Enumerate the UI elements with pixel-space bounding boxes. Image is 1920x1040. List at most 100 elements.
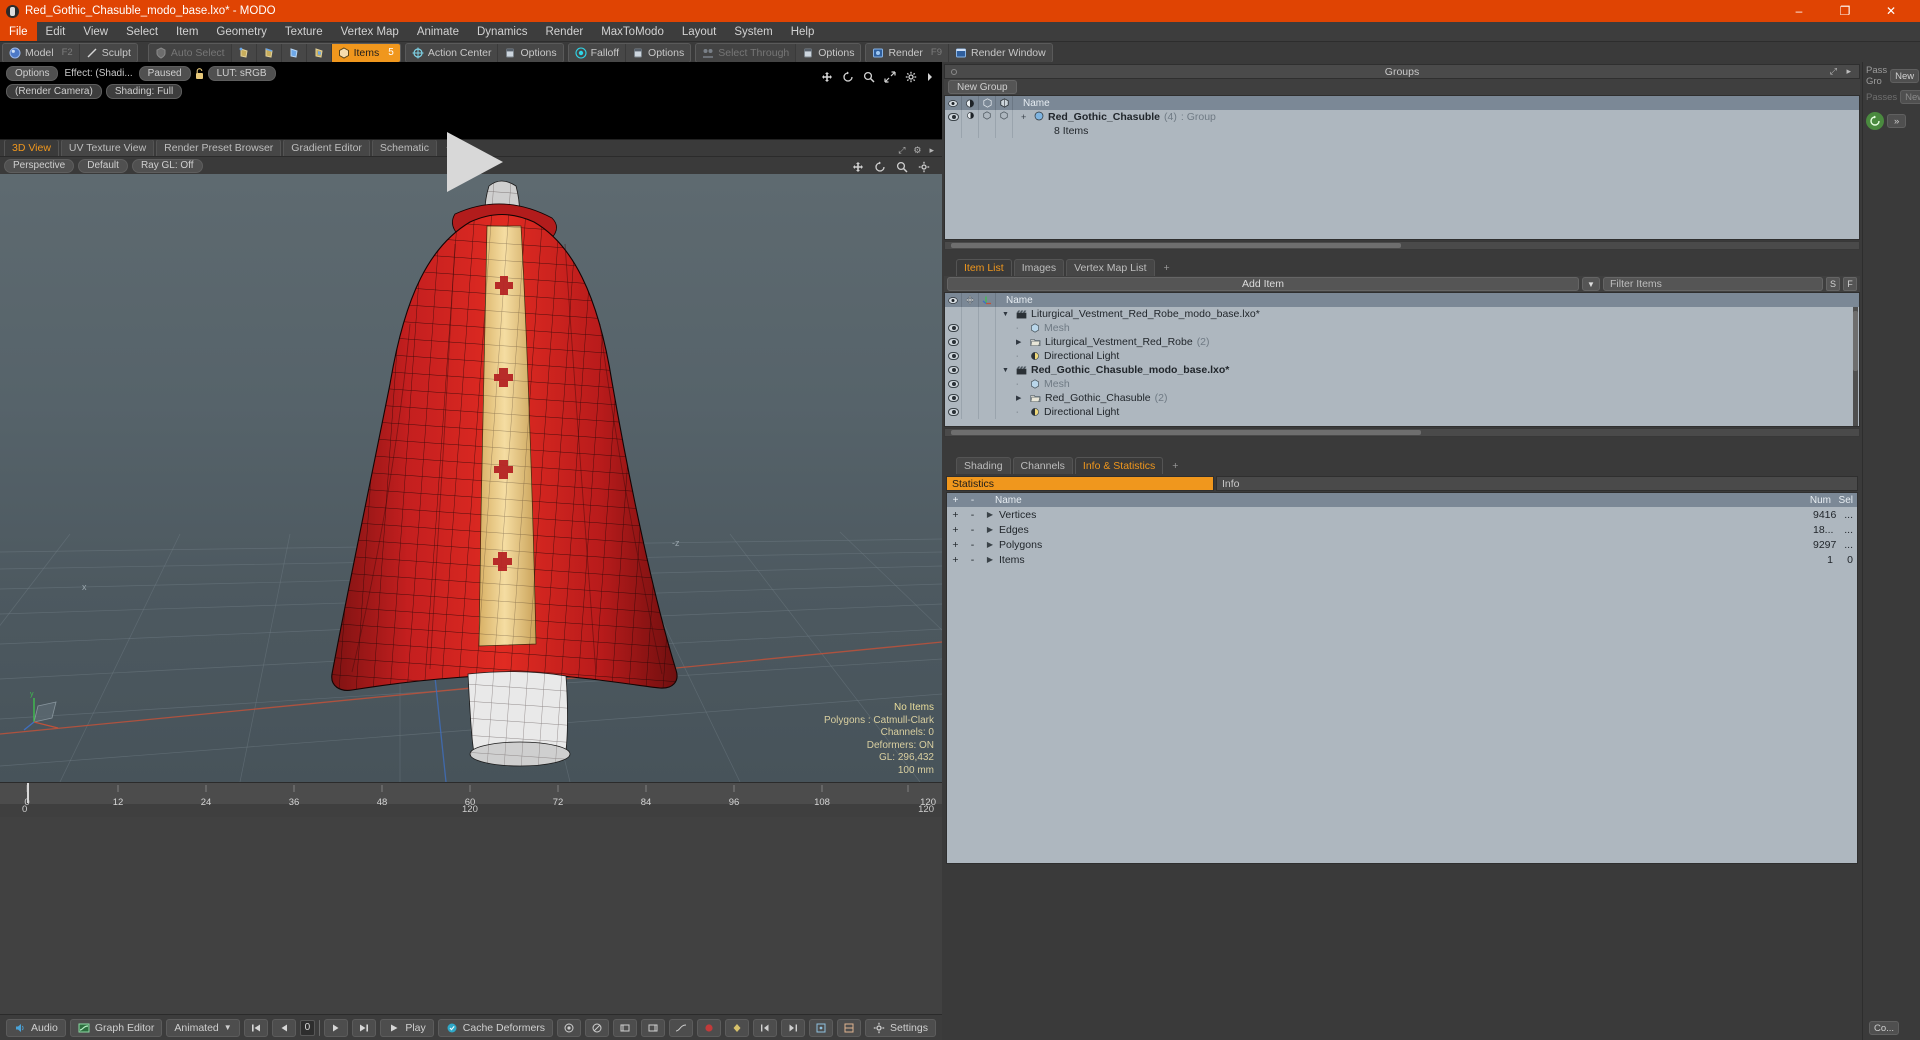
record-button[interactable] — [697, 1018, 722, 1037]
menu-item-vertex-map[interactable]: Vertex Map — [332, 22, 408, 41]
item-list-row[interactable]: ▶ Liturgical_Vestment_Red_Robe (2) — [945, 335, 1859, 349]
stat-add-button[interactable]: + — [947, 524, 964, 536]
step-forward-button[interactable] — [324, 1018, 349, 1037]
viewport-3d[interactable]: -z x y No Items Polygons : Catmull-Clark C… — [0, 174, 942, 782]
filter-s-button[interactable]: S — [1826, 277, 1840, 291]
item-list-row[interactable]: ▶ Red_Gothic_Chasuble (2) — [945, 391, 1859, 405]
curve-button[interactable] — [669, 1018, 694, 1037]
menu-item-texture[interactable]: Texture — [276, 22, 332, 41]
stat-remove-button[interactable]: - — [964, 554, 981, 566]
move-icon[interactable] — [852, 160, 864, 172]
key-prev-button[interactable] — [753, 1018, 778, 1037]
group-col-toggle[interactable] — [979, 124, 996, 138]
preview-lut-button[interactable]: LUT: sRGB — [207, 66, 276, 81]
item-col-toggle[interactable] — [962, 321, 979, 335]
maximize-button[interactable]: ❐ — [1822, 0, 1868, 22]
preview-shading-button[interactable]: Shading: Full — [105, 84, 183, 99]
frame-slider-handle[interactable] — [319, 1019, 321, 1036]
group-col-toggle[interactable] — [962, 110, 979, 124]
action-center-options-button[interactable]: Options — [498, 43, 563, 62]
item-col-toggle[interactable] — [962, 363, 979, 377]
stat-add-button[interactable]: + — [947, 539, 964, 551]
minimize-button[interactable]: – — [1776, 0, 1822, 22]
item-col-toggle[interactable] — [979, 349, 996, 363]
play-button[interactable]: Play — [380, 1018, 434, 1037]
move-icon[interactable] — [821, 70, 833, 82]
stat-remove-button[interactable]: - — [964, 539, 981, 551]
statistics-row[interactable]: + - ▶ Edges 18...... — [947, 522, 1857, 537]
edge-select-button[interactable] — [256, 43, 282, 62]
preview-paused-button[interactable]: Paused — [138, 66, 191, 81]
gear-icon[interactable]: ⚙ — [913, 145, 921, 156]
circle-slash-button[interactable] — [585, 1018, 610, 1037]
item-list-tree[interactable]: Name ▼ Liturgical_Vestment_Red_Robe_modo_… — [944, 292, 1860, 427]
menu-item-view[interactable]: View — [74, 22, 117, 41]
tab-vertex-map-list[interactable]: Vertex Map List — [1066, 259, 1155, 276]
statistics-row[interactable]: + - ▶ Polygons 9297... — [947, 537, 1857, 552]
group-col-toggle[interactable] — [945, 124, 962, 138]
menu-item-edit[interactable]: Edit — [37, 22, 75, 41]
expand-icon[interactable]: ⤢ — [1830, 66, 1837, 77]
zoom-icon[interactable] — [896, 160, 908, 173]
menu-item-item[interactable]: Item — [167, 22, 207, 41]
visibility-toggle[interactable] — [945, 363, 962, 377]
groups-tree[interactable]: Name + Red_Gothic_Chasuble (4): Group 8 Ite… — [944, 95, 1860, 240]
menu-item-maxtomodo[interactable]: MaxToModo — [592, 22, 673, 41]
render-button[interactable]: Render F9 — [866, 43, 949, 62]
item-col-toggle[interactable] — [979, 391, 996, 405]
menu-item-render[interactable]: Render — [536, 22, 592, 41]
auto-select-button[interactable]: Auto Select — [148, 43, 232, 62]
stat-remove-button[interactable]: - — [964, 524, 981, 536]
item-list-row[interactable]: · Mesh — [945, 377, 1859, 391]
gear-icon[interactable] — [905, 70, 917, 83]
group-col-toggle[interactable] — [996, 110, 1013, 124]
animated-dropdown[interactable]: Animated ▼ — [166, 1018, 240, 1037]
menu-item-dynamics[interactable]: Dynamics — [468, 22, 536, 41]
statistics-tab[interactable]: Statistics — [946, 476, 1214, 491]
item-list-row[interactable]: · Directional Light — [945, 405, 1859, 419]
item-col-toggle[interactable] — [962, 307, 979, 321]
item-col-toggle[interactable] — [979, 377, 996, 391]
tab--[interactable]: + — [1165, 458, 1185, 474]
new-group-button[interactable]: New Group — [948, 80, 1017, 94]
range-end-button[interactable] — [641, 1018, 666, 1037]
tab-channels[interactable]: Channels — [1012, 457, 1073, 474]
menu-item-animate[interactable]: Animate — [408, 22, 468, 41]
stat-remove-button[interactable]: - — [964, 509, 981, 521]
group-col-toggle[interactable] — [962, 124, 979, 138]
graph-editor-button[interactable]: Graph Editor — [69, 1018, 163, 1037]
menu-item-help[interactable]: Help — [782, 22, 824, 41]
item-col-toggle[interactable] — [979, 405, 996, 419]
filter-items-input[interactable]: Filter Items — [1603, 277, 1823, 291]
skip-end-button[interactable] — [352, 1018, 377, 1037]
tab-shading[interactable]: Shading — [956, 457, 1011, 474]
caret-right-icon[interactable]: ▸ — [1846, 66, 1851, 77]
tab-schematic[interactable]: Schematic — [371, 139, 437, 156]
stat-expand-icon[interactable]: ▶ — [981, 555, 999, 564]
key-set-button[interactable] — [725, 1018, 750, 1037]
lock-icon[interactable] — [195, 67, 204, 80]
axis-gizmo[interactable]: y — [22, 688, 68, 734]
render-window-button[interactable]: Render Window — [949, 43, 1052, 62]
settings-button[interactable]: Settings — [865, 1018, 936, 1037]
visibility-toggle[interactable] — [945, 391, 962, 405]
cache-deformers-button[interactable]: Cache Deformers — [437, 1018, 554, 1037]
rotate-icon[interactable] — [842, 70, 854, 82]
menu-item-select[interactable]: Select — [117, 22, 167, 41]
passes-new-button[interactable]: New — [1900, 90, 1920, 104]
tab--[interactable]: + — [1157, 260, 1177, 276]
item-col-toggle[interactable] — [979, 363, 996, 377]
select-through-button[interactable]: Select Through — [696, 43, 797, 62]
caret-right-icon[interactable]: ▸ — [929, 145, 934, 156]
pass-group-new-button[interactable]: New — [1890, 69, 1920, 83]
material-select-button[interactable] — [306, 43, 332, 62]
statistics-row[interactable]: + - ▶ Vertices 9416... — [947, 507, 1857, 522]
select-through-options-button[interactable]: Options — [796, 43, 861, 62]
expand-toggle-icon[interactable]: ▼ — [1002, 311, 1012, 318]
tab-item-list[interactable]: Item List — [956, 259, 1012, 276]
expand-toggle-icon[interactable]: ▶ — [1016, 338, 1026, 346]
item-list-vscrollbar[interactable] — [1853, 307, 1858, 426]
stat-expand-icon[interactable]: ▶ — [981, 510, 999, 519]
item-col-toggle[interactable] — [979, 335, 996, 349]
vertex-select-button[interactable] — [231, 43, 257, 62]
